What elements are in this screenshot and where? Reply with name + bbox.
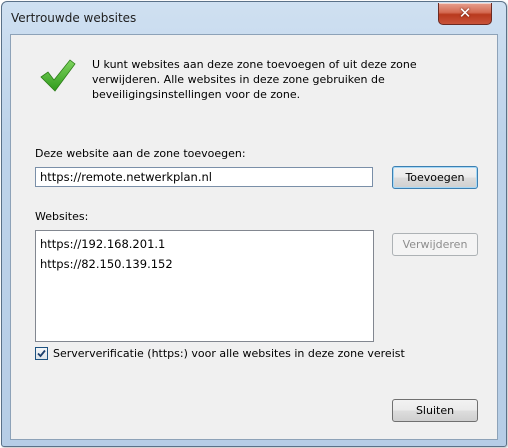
websites-list[interactable]: https://192.168.201.1 https://82.150.139… [35, 230, 374, 342]
dialog-client-area: U kunt websites aan deze zone toevoegen … [10, 34, 498, 440]
trusted-sites-dialog: Vertrouwde websites ✕ U kunt websites aa… [1, 1, 507, 447]
close-window-button[interactable]: ✕ [438, 3, 492, 25]
checkmark-icon [40, 59, 76, 92]
window-title: Vertrouwde websites [11, 11, 137, 25]
https-requirement-row: Serververificatie (https:) voor alle web… [35, 347, 405, 360]
remove-button[interactable]: Verwijderen [392, 233, 478, 256]
websites-label: Websites: [35, 210, 89, 223]
https-requirement-label: Serververificatie (https:) voor alle web… [53, 347, 405, 360]
add-button[interactable]: Toevoegen [392, 166, 478, 189]
close-icon: ✕ [458, 4, 472, 22]
title-bar: Vertrouwde websites ✕ [2, 2, 506, 35]
list-item[interactable]: https://192.168.201.1 [40, 234, 369, 254]
checkmark-small-icon [37, 349, 46, 358]
close-button[interactable]: Sluiten [392, 399, 478, 422]
intro-text: U kunt websites aan deze zone toevoegen … [92, 58, 417, 101]
website-url-input[interactable] [35, 167, 373, 187]
add-website-label: Deze website aan de zone toevoegen: [35, 147, 246, 160]
list-item[interactable]: https://82.150.139.152 [40, 254, 369, 274]
https-requirement-checkbox[interactable] [35, 347, 48, 360]
